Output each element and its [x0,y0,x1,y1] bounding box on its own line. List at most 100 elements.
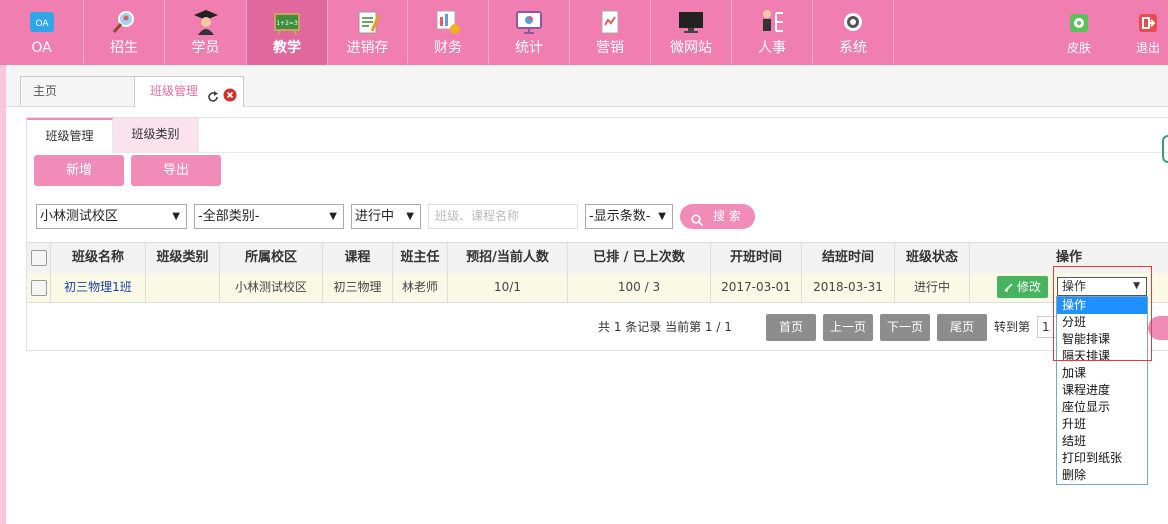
campus-select[interactable]: 小林测试校区 ▼ [36,204,187,229]
header-start-date[interactable]: 开班时间 [711,243,802,273]
campus-cell: 小林测试校区 [220,273,323,302]
blackboard-icon: 1+2=3 [274,9,300,36]
coins-chart-icon [435,9,461,35]
status-select[interactable]: 进行中 ▼ [351,204,421,229]
nav-item-microsite[interactable]: 微网站 [651,0,732,65]
nav-item-oa[interactable]: OA OA [0,0,84,65]
last-page-button[interactable]: 尾页 [937,314,987,341]
logout-button[interactable]: 退出 [1128,0,1168,65]
tab-home-label: 主页 [33,84,58,98]
nav-label: 进销存 [346,40,389,56]
header-sessions[interactable]: 已排 / 已上次数 [568,243,711,273]
nav-item-hr[interactable]: 人事 [732,0,813,65]
nav-label: 招生 [110,40,138,56]
page-size-select[interactable]: -显示条数- ▼ [585,204,673,229]
prev-page-button[interactable]: 上一页 [823,314,873,341]
search-input[interactable]: 班级、课程名称 [428,204,578,229]
search-button[interactable]: 搜 索 [680,204,755,229]
search-icon [691,210,704,235]
end-date-cell: 2018-03-31 [802,273,895,302]
nav-item-inventory[interactable]: 进销存 [328,0,408,65]
skin-label: 皮肤 [1066,41,1091,55]
category-select[interactable]: -全部类别- ▼ [194,204,344,229]
subtab-class-management[interactable]: 班级管理 [27,118,113,153]
nav-label: 学员 [191,40,220,56]
nav-label: 人事 [758,40,786,56]
nav-label: 教学 [273,40,301,56]
subtab-label: 班级管理 [45,129,94,143]
operation-option-seat-display[interactable]: 座位显示 [1057,399,1147,416]
add-button[interactable]: 新增 [34,155,124,186]
operation-option-add-lesson[interactable]: 加课 [1057,365,1147,382]
subtab-label: 班级类别 [131,127,180,141]
nav-item-teaching[interactable]: 1+2=3 教学 [247,0,328,65]
nav-label: OA [31,40,52,56]
page-tab-bar: 主页 班级管理 [6,65,1168,107]
edit-button[interactable]: 修改 [997,276,1048,298]
page-size-select-value: -显示条数- [589,209,651,224]
dropdown-arrow-icon: ▼ [406,211,414,222]
magnifier-people-icon [111,9,137,35]
nav-label: 统计 [515,40,543,56]
main-panel: 班级管理 班级类别 [26,117,1168,351]
tab-current-label: 班级管理 [150,84,199,98]
skin-button[interactable]: 皮肤 [1057,0,1101,65]
skin-gear-icon [1069,13,1089,33]
first-page-button[interactable]: 首页 [766,314,816,341]
class-name-link[interactable]: 初三物理1班 [51,273,146,302]
logout-label: 退出 [1135,41,1160,55]
nav-item-marketing[interactable]: 营销 [570,0,651,65]
tab-class-management[interactable]: 班级管理 [134,76,244,107]
operation-option-promote-class[interactable]: 升班 [1057,416,1147,433]
nav-label: 营销 [596,40,624,56]
operation-option-print[interactable]: 打印到纸张 [1057,450,1147,467]
nav-item-system[interactable]: 系统 [813,0,894,65]
nav-item-statistics[interactable]: 统计 [489,0,570,65]
header-end-date[interactable]: 结班时间 [802,243,895,273]
start-date-cell: 2017-03-01 [711,273,802,302]
tab-home[interactable]: 主页 [20,76,137,106]
header-class-status[interactable]: 班级状态 [895,243,970,273]
close-icon[interactable] [223,84,237,112]
svg-text:1+2=3: 1+2=3 [276,20,298,27]
dropdown-arrow-icon: ▼ [329,211,337,222]
class-status-cell: 进行中 [895,273,970,302]
header-class-category[interactable]: 班级类别 [146,243,220,273]
operation-option-close-class[interactable]: 结班 [1057,433,1147,450]
nav-item-enrollment[interactable]: 招生 [84,0,165,65]
edit-button-label: 修改 [1016,280,1041,294]
nav-label: 系统 [839,40,867,56]
refresh-icon[interactable] [207,85,219,113]
subtab-class-category[interactable]: 班级类别 [113,118,199,152]
sessions-cell: 100 / 3 [568,273,711,302]
campus-select-value: 小林测试校区 [40,209,119,224]
select-all-checkbox[interactable] [31,250,47,266]
search-button-label: 搜 索 [713,209,741,223]
document-chart-icon [597,9,623,35]
dropdown-arrow-icon: ▼ [172,211,180,222]
nav-label: 财务 [434,40,462,56]
row-checkbox[interactable] [31,280,47,296]
header-course[interactable]: 课程 [323,243,393,273]
operation-option-course-progress[interactable]: 课程进度 [1057,382,1147,399]
header-enrollment-count[interactable]: 预招/当前人数 [448,243,568,273]
nav-item-students[interactable]: 学员 [165,0,247,65]
table-header: 班级名称 班级类别 所属校区 课程 班主任 预招/当前人数 已排 / 已上次数 … [27,242,1168,274]
header-campus[interactable]: 所属校区 [220,243,323,273]
export-button[interactable]: 导出 [131,155,221,186]
side-strip [0,65,6,524]
header-class-name[interactable]: 班级名称 [51,243,146,273]
side-widget-edge[interactable] [1162,135,1168,163]
next-page-button[interactable]: 下一页 [880,314,930,341]
header-head-teacher[interactable]: 班主任 [393,243,448,273]
row-checkbox-cell [27,273,51,302]
nav-item-finance[interactable]: 财务 [408,0,489,65]
graduate-icon [193,9,219,35]
oa-icon: OA [29,9,55,35]
enrollment-count-cell: 10/1 [448,273,568,302]
desktop-icon [678,9,704,35]
operation-option-delete[interactable]: 删除 [1057,467,1147,484]
class-category-cell [146,273,220,302]
pagination-summary: 共 1 条记录 当前第 1 / 1 [598,320,732,334]
logout-icon [1138,13,1158,33]
